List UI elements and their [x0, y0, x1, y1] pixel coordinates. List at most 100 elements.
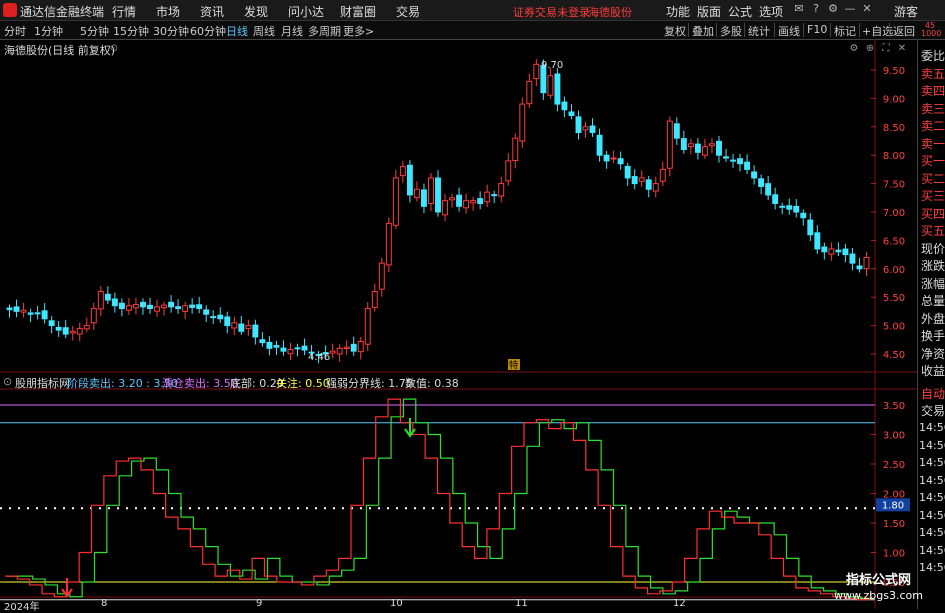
tab-multi-period[interactable]: 多周期 — [308, 23, 341, 39]
candle-body — [343, 346, 350, 350]
tool-back[interactable]: 返回 — [893, 23, 915, 39]
tool-huaxian[interactable]: 画线 — [778, 23, 800, 39]
candle-body — [104, 293, 111, 301]
quote-field-label: 买三 — [921, 189, 945, 203]
divider — [774, 23, 775, 37]
indicator-toggle-icon[interactable]: ⊙ — [3, 375, 12, 388]
menu-gongshi[interactable]: 公式 — [728, 3, 752, 20]
login-warning[interactable]: 证券交易未登录 — [513, 4, 590, 20]
candle-body — [287, 348, 294, 355]
minimize-icon[interactable]: — — [843, 2, 857, 16]
candle-body — [245, 325, 252, 330]
message-icon[interactable]: ✉ — [792, 2, 806, 16]
price-tick-label: 7.50 — [883, 180, 905, 191]
menu-jiaoyi[interactable]: 交易 — [396, 3, 420, 20]
candle-body — [519, 103, 526, 142]
indicator-green-line — [8, 398, 873, 600]
candle-body — [603, 154, 610, 162]
special-marker-label: 特 — [509, 359, 518, 371]
candle-body — [687, 143, 694, 148]
panel-mode-label[interactable]: 交易 — [921, 402, 945, 419]
candle-body — [210, 316, 217, 319]
quote-field-label: 净资 — [921, 346, 945, 361]
quote-field-label: 买五 — [921, 224, 945, 238]
tab-5min[interactable]: 5分钟 — [80, 23, 109, 39]
candle-body — [161, 304, 168, 309]
candle-body — [463, 200, 470, 209]
quote-field-label: 买四 — [921, 206, 945, 221]
panel-mode-label[interactable]: 自动 — [921, 385, 945, 402]
candle-body — [217, 314, 224, 320]
candle-body — [41, 310, 48, 320]
close-icon[interactable]: ✕ — [860, 2, 874, 16]
tab-15min[interactable]: 15分钟 — [113, 23, 149, 39]
low-price-label: 4.46 — [308, 352, 330, 363]
candle-body — [723, 156, 729, 159]
candle-body — [97, 291, 104, 310]
settings-icon[interactable]: ⚙ — [826, 2, 840, 16]
candle-body — [385, 222, 392, 266]
tool-diejia[interactable]: 叠加 — [692, 23, 714, 39]
candle-body — [673, 123, 680, 139]
candle-body — [575, 116, 582, 133]
menu-hangqing[interactable]: 行情 — [112, 3, 136, 20]
menu-shichang[interactable]: 市场 — [156, 3, 180, 20]
chart-area[interactable]: 9.50 9.00 8.50 8.00 7.50 7.00 6.50 6.00 5.50 5.00… — [0, 39, 917, 609]
candle-body — [638, 177, 645, 182]
tool-fuquan[interactable]: 复权 — [664, 23, 686, 39]
candle-body — [737, 158, 744, 165]
help-icon[interactable]: ? — [809, 2, 823, 16]
tab-monthly[interactable]: 月线 — [281, 23, 303, 39]
ind-tick-label: 1.50 — [883, 519, 905, 530]
menu-zixun[interactable]: 资讯 — [200, 3, 224, 20]
user-label[interactable]: 游客 — [894, 3, 918, 20]
price-tick-label: 5.00 — [883, 322, 905, 333]
candle-body — [238, 323, 245, 332]
divider — [889, 23, 890, 37]
tool-tongji[interactable]: 统计 — [748, 23, 770, 39]
candle-body — [371, 291, 378, 308]
candle-body — [273, 345, 280, 348]
quote-field-label: 涨幅 — [921, 276, 945, 291]
tab-more[interactable]: 更多> — [343, 23, 374, 39]
candle-body — [786, 205, 793, 210]
menu-xuanxiang[interactable]: 选项 — [759, 3, 783, 20]
ind-tick-label: 2.50 — [883, 460, 905, 471]
tab-daily[interactable]: 日线 — [226, 23, 248, 39]
candle-body — [744, 161, 751, 170]
tab-60min[interactable]: 60分钟 — [190, 23, 226, 39]
tab-fenshi[interactable]: 分时 — [4, 23, 26, 39]
trade-time: 14:56 — [919, 456, 945, 469]
indicator-badge[interactable]: 45 1000 — [921, 22, 941, 38]
candle-body — [140, 301, 146, 308]
candle-body — [336, 347, 343, 355]
tool-f10[interactable]: F10 — [807, 23, 827, 36]
candle-body — [350, 343, 357, 352]
candle-body — [807, 219, 814, 236]
candle-body — [849, 253, 856, 264]
candle-body — [266, 341, 273, 349]
candle-body — [512, 137, 519, 162]
candle-body — [76, 327, 83, 335]
candle-body — [435, 177, 441, 213]
candle-body — [610, 157, 617, 160]
indicator-name[interactable]: 股朋指标网 — [15, 375, 70, 391]
tool-biaoji[interactable]: 标记 — [834, 23, 856, 39]
price-tick-label: 8.00 — [883, 151, 905, 162]
candle-body — [526, 80, 533, 105]
candle-body — [596, 134, 603, 156]
tool-duogu[interactable]: 多股 — [720, 23, 742, 39]
menu-wenxiaoda[interactable]: 问小达 — [288, 3, 324, 20]
menu-banmian[interactable]: 版面 — [697, 3, 721, 20]
candle-body — [196, 304, 203, 310]
menu-gongneng[interactable]: 功能 — [666, 3, 690, 20]
trade-time: 14:56 — [919, 421, 945, 434]
candle-body — [821, 246, 828, 253]
tab-1min[interactable]: 1分钟 — [34, 23, 63, 39]
candle-body — [561, 101, 568, 111]
date-label-8: 8 — [101, 598, 108, 609]
tab-weekly[interactable]: 周线 — [253, 23, 275, 39]
menu-faxian[interactable]: 发现 — [244, 3, 268, 20]
tab-30min[interactable]: 30分钟 — [153, 23, 189, 39]
menu-caifuquan[interactable]: 财富圈 — [340, 3, 376, 20]
